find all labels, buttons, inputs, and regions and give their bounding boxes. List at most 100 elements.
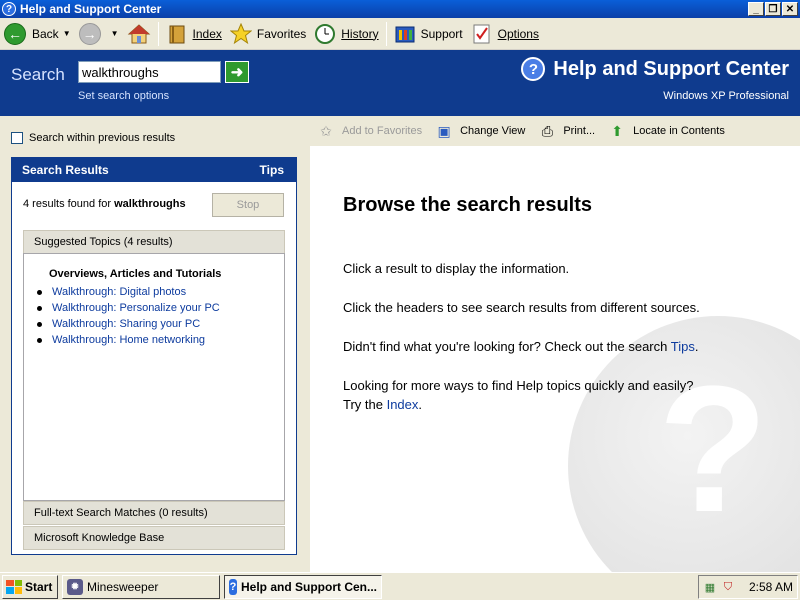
help-task-icon: ? — [229, 578, 237, 595]
topic-link[interactable]: Walkthrough: Digital photos — [34, 284, 220, 300]
minimize-button[interactable]: _ — [748, 2, 764, 16]
favorites-label: Favorites — [256, 26, 307, 41]
content-panel: ✩ Add to Favorites ▣ Change View ⎙ Print… — [310, 116, 800, 572]
forward-arrow-icon: → — [78, 22, 101, 45]
task-label: Help and Support Cen... — [240, 579, 377, 594]
minesweeper-icon: ✹ — [67, 578, 83, 595]
favorites-button[interactable]: Favorites — [226, 20, 310, 48]
index-inline-link[interactable]: Index — [387, 397, 419, 412]
bullet — [37, 337, 42, 343]
knowledge-base-header[interactable]: Microsoft Knowledge Base — [23, 526, 285, 550]
title-bar: ? Help and Support Center _ ❐ ✕ — [0, 0, 800, 18]
main-toolbar: ← Back ▼ → ▼ Index Favorites History Sup… — [0, 18, 800, 50]
options-label: Options — [497, 26, 539, 41]
window-title: Help and Support Center — [20, 2, 162, 16]
index-button[interactable]: Index — [162, 20, 226, 48]
index-book-icon — [169, 25, 185, 43]
search-within-checkbox[interactable] — [11, 132, 23, 144]
task-label: Minesweeper — [87, 579, 159, 594]
edition-label: Windows XP Professional — [663, 90, 789, 102]
taskbar-help-center[interactable]: ? Help and Support Cen... — [224, 574, 382, 599]
search-go-button[interactable]: ➜ — [225, 61, 249, 83]
options-button[interactable]: Options — [467, 20, 543, 48]
history-label: History — [341, 26, 379, 41]
network-icon[interactable]: ▦ — [703, 580, 717, 594]
options-checklist-icon — [473, 24, 490, 43]
locate-in-contents-button[interactable]: ⬆ Locate in Contents — [601, 121, 731, 141]
forward-dropdown-icon[interactable]: ▼ — [111, 29, 119, 38]
topic-link[interactable]: Walkthrough: Home networking — [34, 332, 220, 348]
stop-button[interactable]: Stop — [212, 193, 284, 217]
found-prefix: 4 results found for — [23, 198, 115, 210]
group-title: Overviews, Articles and Tutorials — [49, 268, 222, 280]
results-header: Search Results Tips — [12, 158, 296, 182]
brand-title-area: ? Help and Support Center — [521, 57, 789, 81]
clock: 2:58 AM — [748, 580, 793, 594]
search-label: Search — [11, 65, 65, 84]
add-to-favorites-button[interactable]: ✩ Add to Favorites — [310, 121, 428, 141]
forward-button[interactable]: → ▼ — [75, 20, 123, 48]
history-button[interactable]: History — [310, 20, 382, 48]
bullet — [37, 289, 42, 295]
tips-paragraph: Didn't find what you're looking for? Che… — [343, 337, 783, 356]
taskbar-minesweeper[interactable]: ✹ Minesweeper — [62, 574, 220, 599]
tips-link[interactable]: Tips — [260, 163, 284, 177]
index-text: Try the — [343, 397, 387, 412]
topic-label: Walkthrough: Sharing your PC — [52, 318, 201, 330]
topic-label: Walkthrough: Digital photos — [52, 286, 187, 298]
found-query: walkthroughs — [114, 198, 186, 210]
restore-button[interactable]: ❐ — [765, 2, 781, 16]
add-to-favorites-label: Add to Favorites — [342, 125, 423, 137]
toolbar-separator — [157, 21, 159, 46]
print-label: Print... — [563, 125, 596, 137]
add-favorites-icon: ✩ — [320, 122, 332, 139]
toolbar-separator — [385, 21, 387, 46]
start-button[interactable]: Start — [2, 574, 58, 599]
back-button[interactable]: ← Back ▼ — [0, 20, 75, 48]
topic-label: Walkthrough: Home networking — [52, 334, 206, 346]
fulltext-matches-header[interactable]: Full-text Search Matches (0 results) — [23, 501, 285, 525]
windows-logo-icon — [6, 579, 22, 594]
help-app-icon: ? — [2, 2, 16, 16]
locate-label: Locate in Contents — [633, 125, 725, 137]
printer-icon: ⎙ — [541, 122, 553, 139]
brand-title: Help and Support Center — [553, 57, 789, 80]
results-title: Search Results — [22, 163, 109, 177]
favorites-star-icon — [229, 22, 252, 44]
start-label: Start — [25, 579, 53, 594]
index-label: Index — [192, 26, 222, 41]
back-label: Back — [32, 26, 59, 41]
tips-inline-link[interactable]: Tips — [671, 339, 695, 354]
go-arrow-icon: ➜ — [230, 64, 244, 81]
change-view-button[interactable]: ▣ Change View — [428, 121, 531, 141]
back-arrow-icon: ← — [4, 22, 26, 45]
taskbar: Start ✹ Minesweeper ? Help and Support C… — [0, 572, 800, 600]
home-icon — [127, 23, 150, 43]
tips-text: Didn't find what you're looking for? Che… — [343, 339, 671, 354]
search-header: Search ➜ Set search options ? Help and S… — [0, 50, 800, 116]
search-input[interactable] — [78, 61, 221, 83]
bullet — [37, 305, 42, 311]
search-within-label: Search within previous results — [29, 132, 176, 144]
suggested-topics-list: Overviews, Articles and Tutorials Walkth… — [23, 253, 285, 501]
topic-link[interactable]: Walkthrough: Personalize your PC — [34, 300, 220, 316]
home-button[interactable] — [123, 20, 155, 48]
back-dropdown-icon[interactable]: ▼ — [63, 29, 71, 38]
topic-label: Walkthrough: Personalize your PC — [52, 302, 220, 314]
close-button[interactable]: ✕ — [782, 2, 798, 16]
topic-link[interactable]: Walkthrough: Sharing your PC — [34, 316, 220, 332]
change-view-label: Change View — [460, 125, 526, 137]
search-within-option[interactable]: Search within previous results — [11, 132, 175, 144]
left-panel: Search within previous results Search Re… — [0, 116, 310, 572]
system-tray: ▦ ⛉ 2:58 AM — [698, 575, 798, 599]
security-shield-icon[interactable]: ⛉ — [721, 580, 735, 594]
instruction-text: Click a result to display the informatio… — [343, 261, 570, 276]
history-clock-icon — [315, 23, 336, 44]
support-button[interactable]: Support — [390, 20, 467, 48]
period: . — [694, 339, 699, 354]
set-search-options-link[interactable]: Set search options — [78, 90, 169, 102]
suggested-topics-header[interactable]: Suggested Topics (4 results) — [23, 230, 285, 254]
print-button[interactable]: ⎙ Print... — [531, 121, 601, 141]
support-label: Support — [420, 26, 463, 41]
help-question-icon: ? — [521, 57, 546, 81]
